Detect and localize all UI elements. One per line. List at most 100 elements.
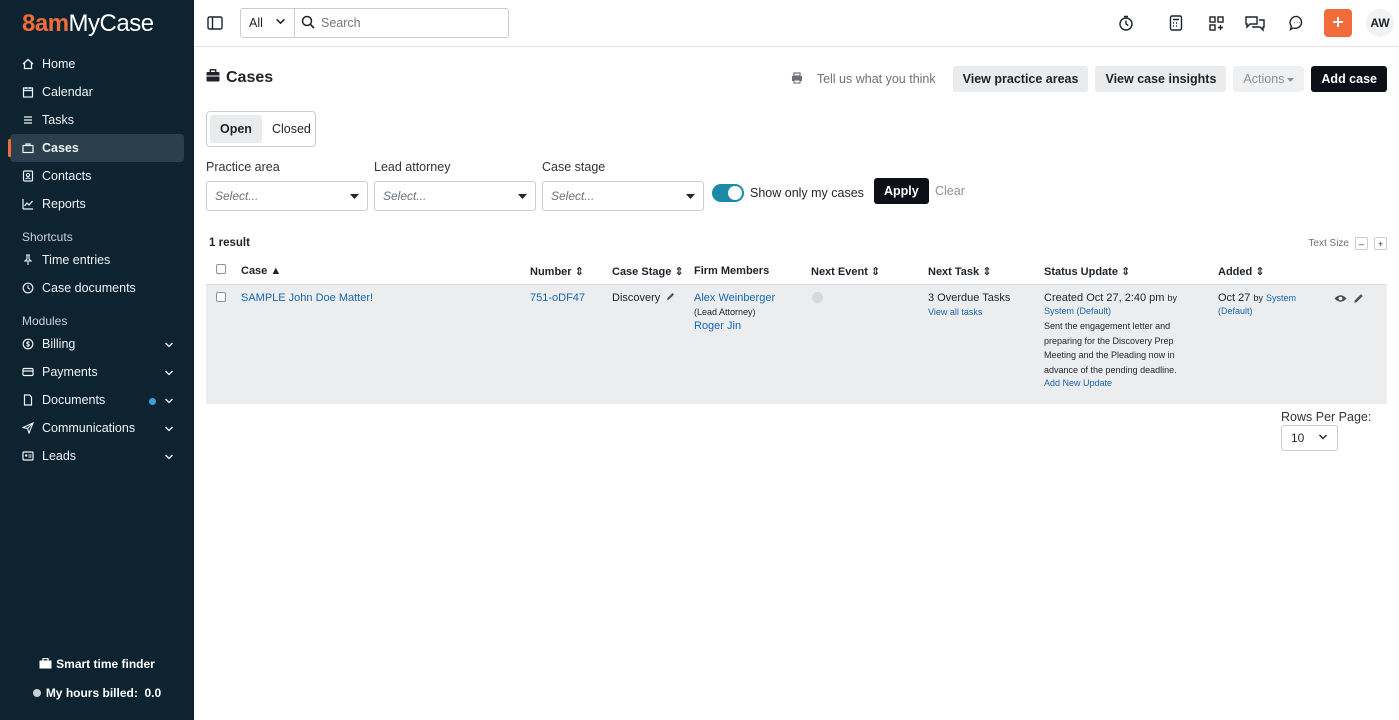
sidebar-item-home[interactable]: Home bbox=[10, 50, 184, 78]
document-icon bbox=[22, 394, 34, 406]
select-all-checkbox[interactable] bbox=[216, 264, 226, 277]
print-icon[interactable] bbox=[791, 71, 803, 87]
column-case[interactable]: Case ▲ bbox=[241, 265, 281, 277]
case-status-tabs: Open Closed bbox=[206, 111, 316, 147]
pencil-icon[interactable] bbox=[666, 292, 675, 304]
calculator-icon[interactable] bbox=[1166, 13, 1186, 33]
view-case-insights-button[interactable]: View case insights bbox=[1095, 66, 1227, 92]
overdue-tasks: 3 Overdue Tasks bbox=[928, 292, 1011, 304]
sidebar-item-calendar[interactable]: Calendar bbox=[10, 78, 184, 106]
text-size-increase-button[interactable]: + bbox=[1374, 237, 1387, 250]
chat-bubbles-icon[interactable] bbox=[1244, 12, 1266, 34]
column-added[interactable]: Added ⇕ bbox=[1218, 265, 1265, 278]
status-by: by bbox=[1167, 293, 1178, 303]
top-bar: All AW bbox=[194, 0, 1399, 47]
practice-area-select[interactable]: Select... bbox=[206, 181, 368, 211]
sidebar-item-contacts[interactable]: Contacts bbox=[10, 162, 184, 190]
leads-icon bbox=[22, 450, 34, 462]
reports-icon bbox=[22, 198, 34, 210]
sidebar-item-label: Case documents bbox=[42, 281, 136, 295]
clock-icon bbox=[22, 282, 34, 294]
chevron-down-icon[interactable] bbox=[164, 451, 174, 465]
added-author-link[interactable]: System bbox=[1266, 293, 1296, 303]
column-next-event[interactable]: Next Event ⇕ bbox=[811, 265, 880, 278]
firm-member-link[interactable]: Roger Jin bbox=[694, 320, 775, 332]
case-number-link[interactable]: 751-oDF47 bbox=[530, 292, 585, 304]
eye-icon[interactable] bbox=[1334, 294, 1347, 306]
message-icon[interactable] bbox=[1287, 13, 1307, 33]
user-avatar[interactable]: AW bbox=[1366, 9, 1394, 37]
search-input[interactable] bbox=[321, 16, 501, 30]
search-scope-select[interactable]: All bbox=[241, 9, 295, 37]
add-case-button[interactable]: Add case bbox=[1311, 66, 1387, 92]
timer-icon[interactable] bbox=[1116, 13, 1136, 33]
sidebar-item-communications[interactable]: Communications bbox=[10, 414, 184, 442]
tab-open[interactable]: Open bbox=[210, 115, 262, 143]
column-case-stage[interactable]: Case Stage ⇕ bbox=[612, 265, 684, 278]
sidebar-item-label: Billing bbox=[42, 337, 76, 351]
firm-members-cell: Alex Weinberger (Lead Attorney) Roger Ji… bbox=[694, 292, 775, 332]
next-task-cell: 3 Overdue Tasks View all tasks bbox=[928, 292, 1010, 317]
clear-button[interactable]: Clear bbox=[935, 184, 965, 198]
chevron-down-icon[interactable] bbox=[164, 423, 174, 437]
column-status-update[interactable]: Status Update ⇕ bbox=[1044, 265, 1130, 278]
text-size-decrease-button[interactable]: – bbox=[1355, 237, 1368, 250]
chevron-down-icon[interactable] bbox=[164, 367, 174, 381]
edit-pencil-icon[interactable] bbox=[1353, 293, 1364, 307]
lead-attorney-select[interactable]: Select... bbox=[374, 181, 536, 211]
chevron-down-icon[interactable] bbox=[164, 395, 174, 409]
sidebar-item-time-entries[interactable]: Time entries bbox=[10, 246, 184, 274]
firm-member-link[interactable]: Alex Weinberger bbox=[694, 292, 775, 304]
column-number[interactable]: Number ⇕ bbox=[530, 265, 584, 278]
add-new-update-link[interactable]: Add New Update bbox=[1044, 378, 1194, 388]
sort-asc-icon: ▲ bbox=[270, 265, 282, 277]
view-all-tasks-link[interactable]: View all tasks bbox=[928, 307, 1010, 317]
smart-time-finder-button[interactable]: Smart time finder bbox=[0, 657, 194, 672]
row-checkbox[interactable] bbox=[216, 292, 226, 305]
status-created: Created Oct 27, 2:40 pm bbox=[1044, 292, 1165, 304]
sidebar-item-leads[interactable]: Leads bbox=[10, 442, 184, 470]
view-practice-areas-button[interactable]: View practice areas bbox=[952, 66, 1089, 92]
firm-member-role: (Lead Attorney) bbox=[694, 307, 756, 317]
added-author-link[interactable]: (Default) bbox=[1218, 306, 1296, 316]
sidebar-item-billing[interactable]: Billing bbox=[10, 330, 184, 358]
sidebar-toggle-icon[interactable] bbox=[205, 13, 225, 33]
sidebar-item-documents[interactable]: Documents bbox=[10, 386, 184, 414]
shortcuts-heading: Shortcuts bbox=[22, 230, 73, 244]
feedback-link[interactable]: Tell us what you think bbox=[791, 71, 936, 87]
case-stage-select[interactable]: Select... bbox=[542, 181, 704, 211]
caret-down-icon bbox=[686, 189, 695, 203]
plus-icon bbox=[1332, 16, 1344, 31]
show-only-my-cases-toggle[interactable] bbox=[712, 184, 744, 202]
rows-per-page-select[interactable]: 10 bbox=[1281, 425, 1338, 451]
tab-closed[interactable]: Closed bbox=[262, 115, 321, 143]
sidebar-item-label: Reports bbox=[42, 197, 86, 211]
status-text: Sent the engagement letter and preparing… bbox=[1044, 321, 1177, 375]
case-stage-label: Case stage bbox=[542, 160, 606, 174]
chevron-down-icon[interactable] bbox=[164, 339, 174, 353]
modules-heading: Modules bbox=[22, 314, 68, 328]
added-cell: Oct 27 by System (Default) bbox=[1218, 292, 1296, 316]
sidebar-item-tasks[interactable]: Tasks bbox=[10, 106, 184, 134]
sidebar-item-label: Calendar bbox=[42, 85, 93, 99]
actions-dropdown[interactable]: Actions bbox=[1233, 66, 1305, 92]
apps-grid-icon[interactable] bbox=[1206, 13, 1226, 33]
status-author-link[interactable]: System (Default) bbox=[1044, 306, 1194, 316]
payments-icon bbox=[22, 366, 34, 378]
quick-add-button[interactable] bbox=[1324, 9, 1352, 37]
status-dot-icon bbox=[32, 689, 41, 697]
sidebar-item-label: Documents bbox=[42, 393, 106, 407]
sidebar-item-case-documents[interactable]: Case documents bbox=[10, 274, 184, 302]
case-name-link[interactable]: SAMPLE John Doe Matter! bbox=[241, 292, 373, 304]
sidebar: 8amMyCase Home Calendar Tasks Cases Cont… bbox=[0, 0, 194, 720]
sort-icon: ⇕ bbox=[870, 266, 881, 278]
sort-icon: ⇕ bbox=[574, 266, 584, 278]
apply-button[interactable]: Apply bbox=[874, 178, 929, 204]
column-next-task[interactable]: Next Task ⇕ bbox=[928, 265, 991, 278]
sidebar-item-label: Communications bbox=[42, 421, 136, 435]
sidebar-item-cases[interactable]: Cases bbox=[8, 134, 184, 162]
search-field[interactable] bbox=[295, 9, 508, 37]
sidebar-item-payments[interactable]: Payments bbox=[10, 358, 184, 386]
app-logo[interactable]: 8amMyCase bbox=[22, 10, 154, 38]
sidebar-item-reports[interactable]: Reports bbox=[10, 190, 184, 218]
